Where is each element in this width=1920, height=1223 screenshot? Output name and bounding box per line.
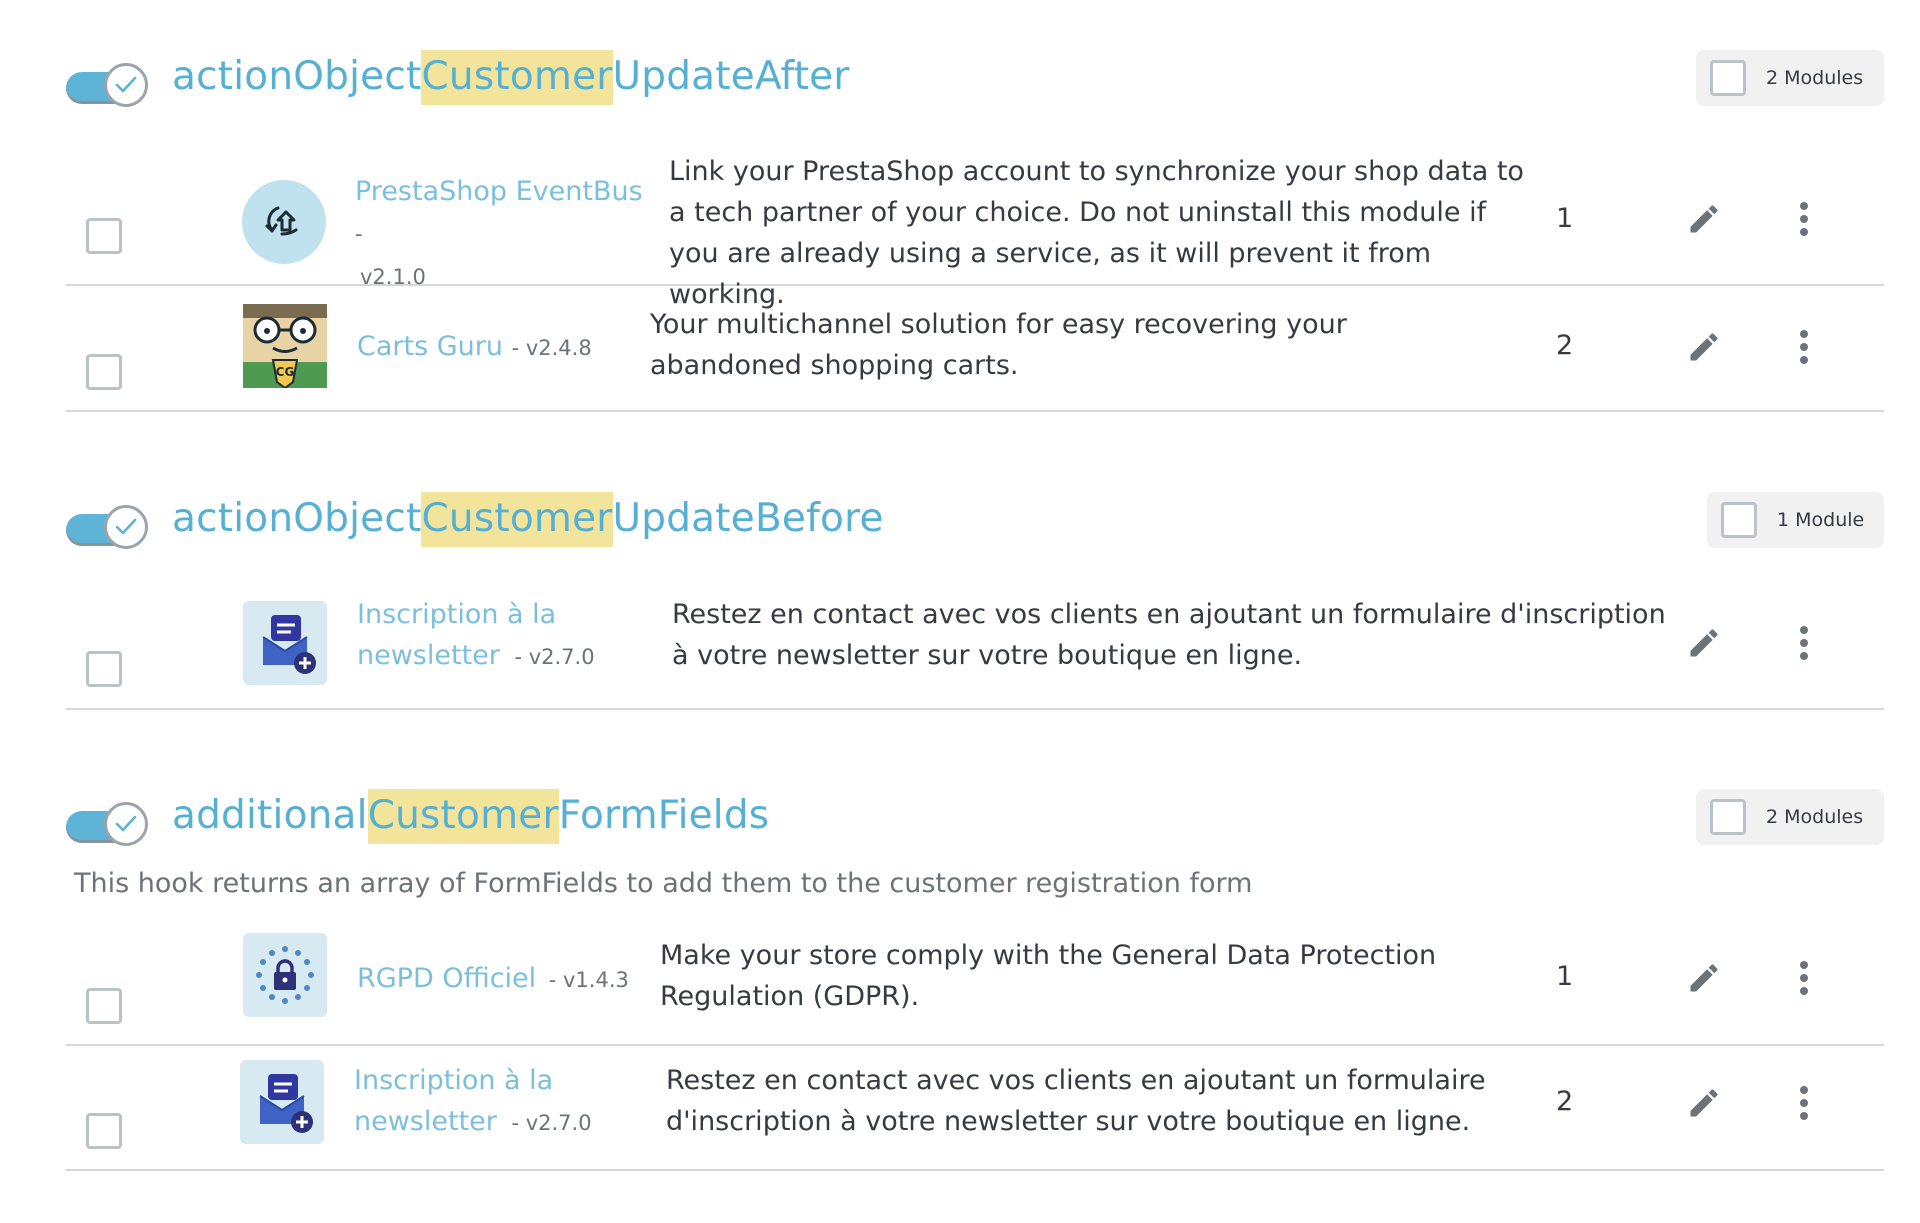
kebab-icon[interactable] <box>1792 325 1816 369</box>
module-row: RGPD Officiel - v1.4.3 Make your store c… <box>66 919 1884 1046</box>
select-all-checkbox[interactable] <box>1710 60 1746 96</box>
select-all-modules[interactable]: 1 Module <box>1707 492 1884 548</box>
hook-header: actionObjectCustomerUpdateAfter 2 Module… <box>66 50 1884 120</box>
module-description: Restez en contact avec vos clients en aj… <box>666 1065 1486 1137</box>
modules-count: 2 Modules <box>1766 67 1864 89</box>
module-name-link[interactable]: RGPD Officiel - v1.4.3 <box>357 958 629 1001</box>
newsletter-logo <box>243 601 327 685</box>
select-all-modules[interactable]: 2 Modules <box>1696 50 1884 106</box>
newsletter-logo <box>240 1060 324 1144</box>
hook-toggle[interactable] <box>66 505 152 551</box>
module-row: Inscription à la newsletter - v2.7.0 Res… <box>66 587 1884 710</box>
check-icon <box>104 802 148 846</box>
module-position: 2 <box>1556 330 1574 361</box>
module-name-link[interactable]: PrestaShop EventBus - v2.1.0 <box>355 171 655 298</box>
hook-description: This hook returns an array of FormFields… <box>74 868 1253 899</box>
search-highlight: Customer <box>421 492 613 547</box>
module-name-link[interactable]: Inscription à la newsletter - v2.7.0 <box>354 1060 594 1144</box>
module-row: Inscription à la newsletter - v2.7.0 Res… <box>66 1044 1884 1171</box>
check-icon <box>104 505 148 549</box>
kebab-icon[interactable] <box>1792 197 1816 241</box>
select-all-checkbox[interactable] <box>1710 799 1746 835</box>
pencil-icon[interactable] <box>1684 958 1724 998</box>
module-description: Make your store comply with the General … <box>660 940 1437 1012</box>
rgpd-logo <box>243 933 327 1017</box>
kebab-icon[interactable] <box>1792 956 1816 1000</box>
module-checkbox[interactable] <box>86 1113 122 1149</box>
module-checkbox[interactable] <box>86 988 122 1024</box>
module-name-link[interactable]: Carts Guru - v2.4.8 <box>357 326 592 369</box>
module-position: 1 <box>1556 203 1574 234</box>
hooks-list: actionObjectCustomerUpdateAfter 2 Module… <box>0 0 1920 1223</box>
module-row: CG Carts Guru - v2.4.8 Your multichannel… <box>66 284 1884 412</box>
module-checkbox[interactable] <box>86 218 122 254</box>
hook-header: actionObjectCustomerUpdateBefore 1 Modul… <box>66 492 1884 562</box>
module-checkbox[interactable] <box>86 651 122 687</box>
hook-toggle[interactable] <box>66 802 152 848</box>
module-position: 1 <box>1556 961 1574 992</box>
hook-title: actionObjectCustomerUpdateBefore <box>172 492 884 547</box>
hook-actionObjectCustomerUpdateBefore: actionObjectCustomerUpdateBefore 1 Modul… <box>66 492 1884 710</box>
module-position: 2 <box>1556 1086 1574 1117</box>
search-highlight: Customer <box>421 50 613 105</box>
hook-additionalCustomerFormFields: additionalCustomerFormFields 2 Modules T… <box>66 789 1884 1171</box>
check-icon <box>104 63 148 107</box>
svg-text:CG: CG <box>276 365 295 379</box>
module-name-link[interactable]: Inscription à la newsletter - v2.7.0 <box>357 594 597 678</box>
pencil-icon[interactable] <box>1684 1083 1724 1123</box>
search-highlight: Customer <box>367 789 559 844</box>
hook-toggle[interactable] <box>66 63 152 109</box>
eventbus-logo <box>242 180 326 264</box>
module-description: Restez en contact avec vos clients en aj… <box>672 599 1666 671</box>
kebab-icon[interactable] <box>1792 1081 1816 1125</box>
select-all-modules[interactable]: 2 Modules <box>1696 789 1884 845</box>
hook-title: actionObjectCustomerUpdateAfter <box>172 50 850 105</box>
pencil-icon[interactable] <box>1684 327 1724 367</box>
carts-guru-logo: CG <box>243 304 327 388</box>
modules-count: 2 Modules <box>1766 806 1864 828</box>
pencil-icon[interactable] <box>1684 199 1724 239</box>
module-row: PrestaShop EventBus - v2.1.0 Link your P… <box>66 147 1884 310</box>
pencil-icon[interactable] <box>1684 623 1724 663</box>
module-description: Your multichannel solution for easy reco… <box>650 309 1347 381</box>
hook-header: additionalCustomerFormFields 2 Modules T… <box>66 789 1884 899</box>
hook-actionObjectCustomerUpdateAfter: actionObjectCustomerUpdateAfter 2 Module… <box>66 50 1884 412</box>
kebab-icon[interactable] <box>1792 621 1816 665</box>
modules-count: 1 Module <box>1777 509 1865 531</box>
module-checkbox[interactable] <box>86 354 122 390</box>
hook-title: additionalCustomerFormFields <box>172 789 769 844</box>
select-all-checkbox[interactable] <box>1721 502 1757 538</box>
